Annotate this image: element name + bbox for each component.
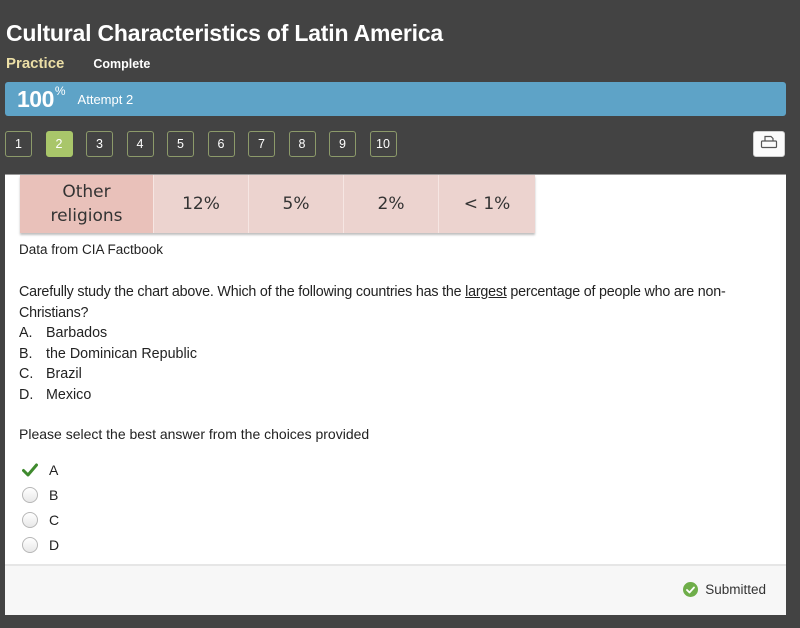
panel-footer: Submitted — [5, 564, 786, 615]
question-text-part: Carefully study the chart above. Which o… — [19, 284, 466, 300]
option-text: Mexico — [46, 386, 92, 403]
question-emphasis: largest — [465, 284, 507, 300]
table-row-header: Other religions — [20, 175, 154, 233]
question-panel: Other religions 12% 5% 2% < 1% Data from… — [5, 174, 786, 615]
question-nav-button[interactable]: 3 — [86, 131, 113, 157]
option-letter: A. — [19, 325, 33, 341]
check-circle-icon — [683, 582, 699, 597]
score-unit: % — [54, 84, 66, 98]
religion-table: Other religions 12% 5% 2% < 1% — [20, 175, 535, 233]
question-text: Carefully study the chart above. Which o… — [19, 282, 779, 323]
choice-label: A — [49, 461, 59, 478]
submitted-status: Submitted — [683, 582, 766, 597]
mode-label: Practice — [6, 55, 65, 72]
status-label: Complete — [93, 57, 151, 71]
question-nav-button[interactable]: 6 — [207, 131, 235, 157]
question-option: B. the Dominican Republic — [19, 344, 197, 365]
page-title: Cultural Characteristics of Latin Americ… — [6, 20, 444, 46]
question-option: C. Brazil — [19, 364, 197, 385]
option-text: the Dominican Republic — [46, 345, 197, 362]
answer-choice-d[interactable]: D — [20, 532, 59, 557]
question-nav: 1 2 3 4 5 6 7 8 9 10 — [5, 131, 410, 157]
choice-label: B — [49, 486, 59, 503]
submitted-label: Submitted — [705, 582, 766, 597]
source-note: Data from CIA Factbook — [19, 242, 164, 257]
choice-label: D — [49, 536, 60, 553]
table-cell: 12% — [154, 175, 249, 233]
print-button[interactable] — [753, 131, 785, 157]
question-nav-button[interactable]: 7 — [248, 131, 275, 157]
question-nav-button[interactable]: 10 — [369, 131, 397, 157]
option-letter: B. — [19, 345, 33, 362]
question-option: D. Mexico — [19, 385, 197, 406]
row-header-line: Other — [62, 182, 111, 202]
radio-button[interactable] — [22, 536, 38, 553]
question-nav-button[interactable]: 8 — [288, 131, 316, 157]
question-nav-button-active[interactable]: 2 — [45, 131, 73, 157]
row-header-line: religions — [50, 206, 123, 226]
option-text: Brazil — [46, 366, 82, 382]
score-value: 100 — [17, 85, 54, 112]
table-cell: 2% — [344, 175, 439, 233]
question-option: A. Barbados — [19, 323, 197, 344]
table-cell: 5% — [249, 175, 344, 233]
radio-button[interactable] — [22, 486, 38, 503]
option-letter: C. — [19, 366, 34, 382]
printer-icon — [760, 135, 778, 154]
instruction-text: Please select the best answer from the c… — [19, 426, 370, 442]
question-nav-button[interactable]: 5 — [167, 131, 194, 157]
question-nav-button[interactable]: 9 — [329, 131, 356, 157]
score-bar: 100 % Attempt 2 — [5, 82, 786, 116]
subtitle-row: Practice Complete — [6, 55, 150, 72]
answer-choice-b[interactable]: B — [20, 482, 59, 507]
option-letter: D. — [19, 386, 34, 403]
answer-choices: A B C D — [20, 457, 59, 557]
question-options: A. Barbados B. the Dominican Republic C. Br… — [19, 323, 197, 405]
table-cell: < 1% — [439, 175, 535, 233]
answer-choice-a[interactable]: A — [20, 457, 59, 482]
radio-button[interactable] — [22, 511, 38, 528]
question-nav-button[interactable]: 4 — [126, 131, 154, 157]
checkmark-icon — [20, 460, 40, 480]
option-text: Barbados — [46, 325, 108, 341]
question-nav-button[interactable]: 1 — [5, 131, 32, 157]
choice-label: C — [49, 511, 60, 528]
answer-choice-c[interactable]: C — [20, 507, 59, 532]
attempt-label: Attempt 2 — [77, 91, 134, 107]
